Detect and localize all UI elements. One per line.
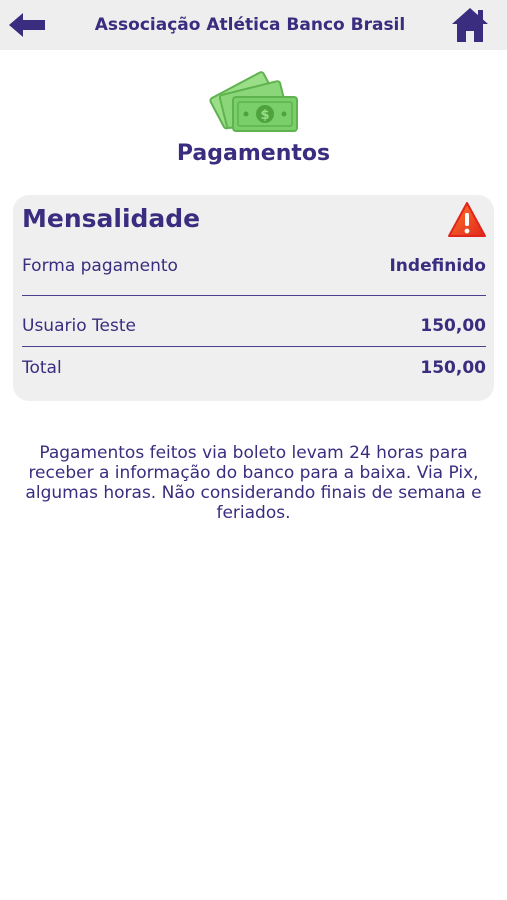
payment-method-value: Indefinido — [389, 256, 486, 276]
divider — [22, 295, 486, 296]
card-title: Mensalidade — [22, 204, 201, 233]
payment-method-label: Forma pagamento — [22, 256, 178, 276]
home-button[interactable] — [448, 4, 492, 46]
item-row: Usuario Teste 150,00 — [22, 313, 486, 339]
svg-text:$: $ — [260, 108, 269, 123]
total-row: Total 150,00 — [22, 355, 486, 381]
item-label: Usuario Teste — [22, 316, 136, 336]
item-value: 150,00 — [420, 316, 486, 336]
back-button[interactable] — [6, 8, 48, 42]
divider — [22, 346, 486, 347]
total-value: 150,00 — [420, 358, 486, 378]
payment-card: Mensalidade Forma pagamento Indefinido U… — [13, 195, 494, 401]
page-title: Pagamentos — [176, 141, 331, 166]
app-screen: Associação Atlética Banco Brasil $ Pagam… — [0, 0, 507, 900]
home-icon — [452, 8, 488, 42]
warning-triangle-icon — [448, 202, 486, 237]
money-bills-icon: $ — [209, 71, 298, 132]
total-label: Total — [22, 358, 62, 378]
arrow-left-icon — [9, 13, 45, 37]
payment-method-row: Forma pagamento Indefinido — [22, 253, 486, 279]
top-bar: Associação Atlética Banco Brasil — [0, 0, 507, 50]
payment-notice-text: Pagamentos feitos via boleto levam 24 ho… — [25, 443, 482, 523]
header-title: Associação Atlética Banco Brasil — [94, 15, 406, 35]
